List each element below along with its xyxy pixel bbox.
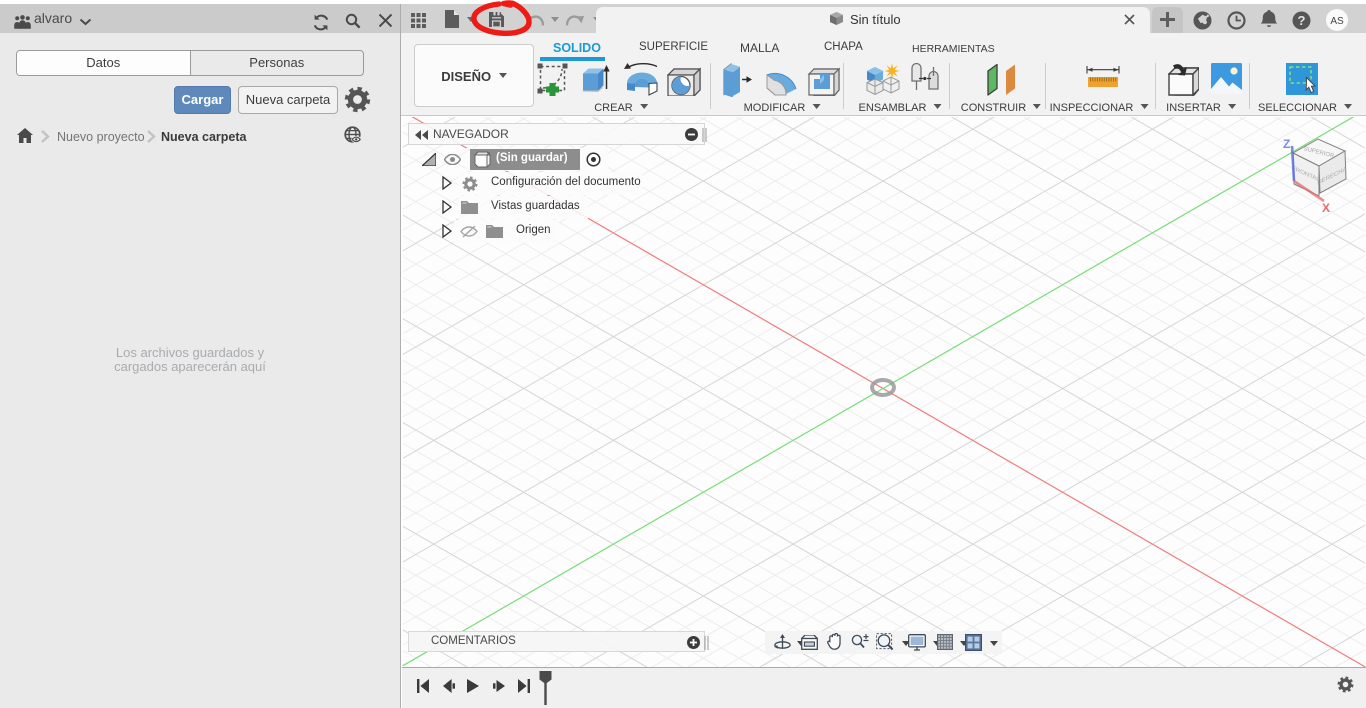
svg-text:Z: Z bbox=[1283, 137, 1290, 151]
svg-text:?: ? bbox=[1298, 13, 1306, 28]
svg-text:AS: AS bbox=[1330, 16, 1344, 27]
svg-text:X: X bbox=[1322, 201, 1330, 215]
